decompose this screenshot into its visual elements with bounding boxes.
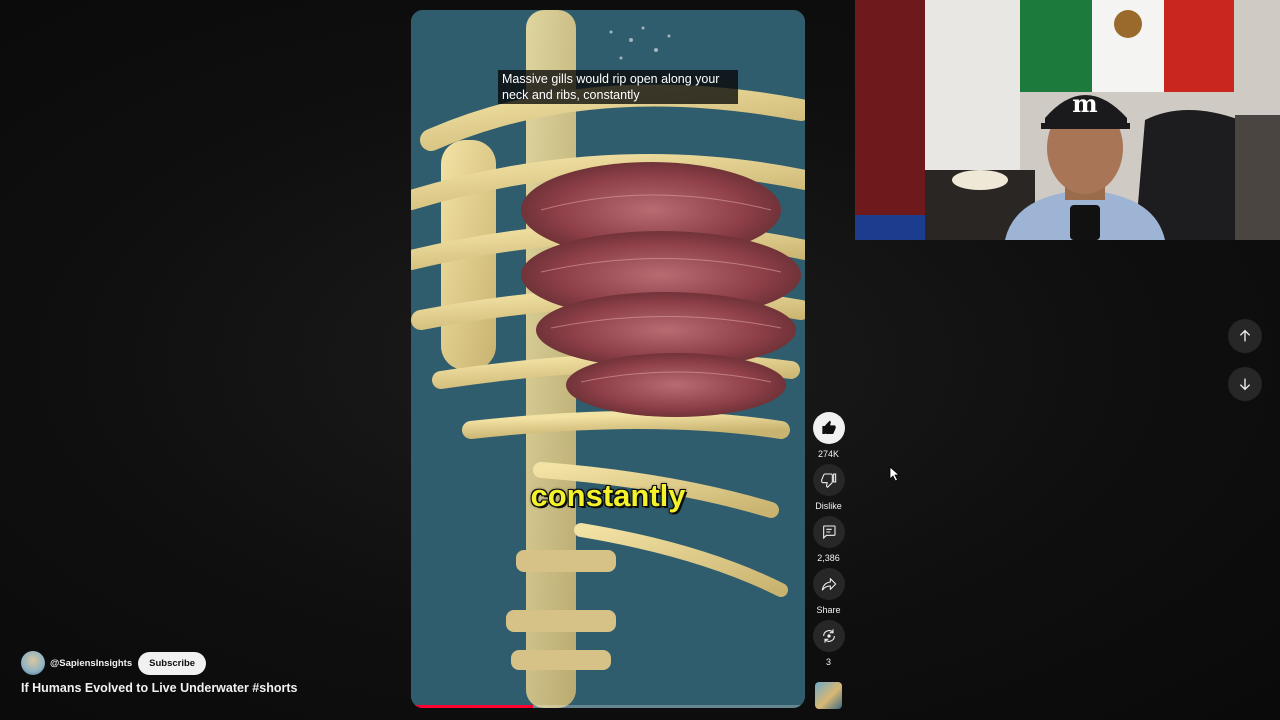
comments-action[interactable]: 2,386 bbox=[812, 516, 845, 563]
dislike-label: Dislike bbox=[815, 501, 842, 511]
share-action[interactable]: Share bbox=[812, 568, 845, 615]
next-short-button[interactable] bbox=[1228, 367, 1262, 401]
comment-icon bbox=[822, 525, 836, 540]
share-icon bbox=[821, 578, 836, 591]
like-count: 274K bbox=[817, 449, 840, 459]
mouse-cursor-icon bbox=[889, 466, 901, 482]
share-label: Share bbox=[816, 605, 841, 615]
remix-button[interactable] bbox=[812, 620, 845, 652]
video-frame-illustration bbox=[411, 10, 805, 708]
subtitle-caption: Massive gills would rip open along your … bbox=[498, 70, 738, 104]
thumbs-down-icon bbox=[820, 473, 836, 488]
remix-count: 3 bbox=[825, 657, 831, 667]
dislike-action[interactable]: Dislike bbox=[812, 464, 845, 511]
arrow-up-icon bbox=[1239, 329, 1251, 342]
shorts-video-player[interactable]: Massive gills would rip open along your … bbox=[411, 10, 805, 708]
burned-in-caption: constantly bbox=[530, 478, 686, 513]
avatar[interactable] bbox=[21, 651, 45, 675]
channel-handle[interactable]: @SapiensInsights bbox=[50, 658, 132, 669]
previous-short-button[interactable] bbox=[1228, 319, 1262, 353]
video-progress-bar[interactable] bbox=[411, 705, 805, 708]
like-action[interactable]: 274K bbox=[812, 412, 845, 459]
video-title[interactable]: If Humans Evolved to Live Underwater #sh… bbox=[21, 681, 297, 695]
channel-thumbnail-button[interactable] bbox=[815, 682, 842, 709]
video-progress-fill bbox=[411, 705, 534, 708]
comments-count: 2,386 bbox=[817, 553, 840, 563]
subscribe-button[interactable]: Subscribe bbox=[138, 651, 207, 675]
webcam-overlay: m bbox=[855, 0, 1280, 240]
webcam-scene: m bbox=[855, 0, 1280, 240]
remix-icon bbox=[822, 629, 835, 643]
dislike-button[interactable] bbox=[812, 464, 845, 496]
svg-text:m: m bbox=[1072, 89, 1097, 118]
channel-info: @SapiensInsights Subscribe bbox=[21, 651, 207, 675]
like-button[interactable] bbox=[812, 412, 845, 444]
arrow-down-icon bbox=[1239, 378, 1251, 391]
share-button[interactable] bbox=[812, 568, 845, 600]
remix-action[interactable]: 3 bbox=[812, 620, 845, 667]
thumbs-up-icon bbox=[821, 420, 836, 434]
comments-button[interactable] bbox=[812, 516, 845, 548]
